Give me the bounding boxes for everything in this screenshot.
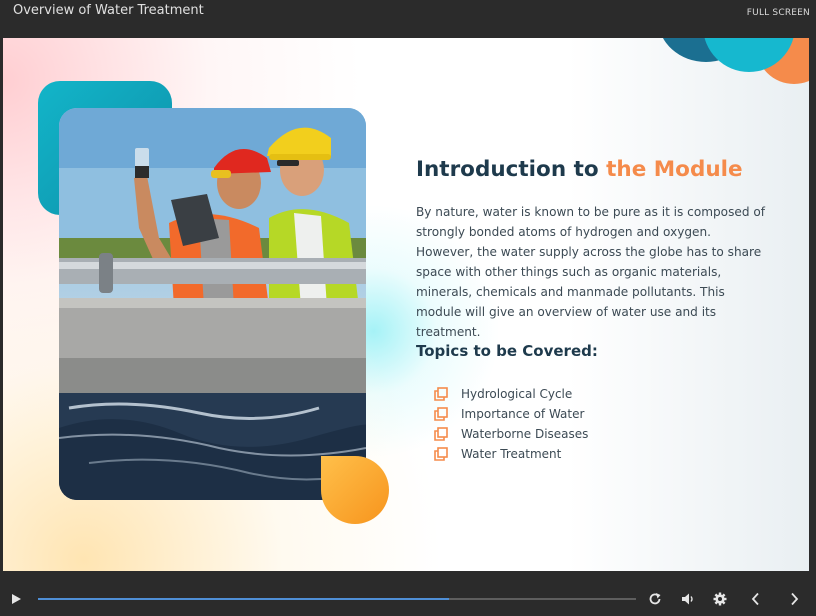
slide: Introduction to the Module By nature, wa… (3, 38, 809, 571)
top-bar: Overview of Water Treatment FULL SCREEN (0, 0, 816, 38)
volume-icon[interactable] (681, 592, 695, 606)
copy-icon (434, 407, 448, 421)
topic-label: Water Treatment (461, 447, 562, 461)
progress-bar[interactable] (38, 598, 636, 600)
window-title: Overview of Water Treatment (13, 3, 204, 18)
next-icon[interactable] (788, 592, 800, 606)
copy-icon (434, 387, 448, 401)
list-item: Hydrological Cycle (434, 384, 588, 404)
heading-accent-text: the Module (606, 157, 743, 182)
list-item: Water Treatment (434, 444, 588, 464)
progress-fill (38, 598, 449, 600)
heading-text: Introduction to (416, 157, 607, 182)
copy-icon (434, 427, 448, 441)
module-heading: Introduction to the Module (416, 157, 743, 182)
workers-photo (59, 108, 366, 500)
list-item: Waterborne Diseases (434, 424, 588, 444)
topic-list: Hydrological Cycle Importance of Water W… (434, 384, 588, 464)
topic-label: Hydrological Cycle (461, 387, 573, 401)
intro-paragraph: By nature, water is known to be pure as … (416, 205, 766, 339)
topic-label: Waterborne Diseases (461, 427, 589, 441)
replay-icon[interactable] (648, 592, 662, 606)
play-icon[interactable] (10, 593, 22, 605)
previous-icon[interactable] (750, 592, 762, 606)
player-control-bar (0, 574, 816, 616)
topic-label: Importance of Water (461, 407, 585, 421)
list-item: Importance of Water (434, 404, 588, 424)
full-screen-button[interactable]: FULL SCREEN (747, 8, 810, 18)
copy-icon (434, 447, 448, 461)
topics-title: Topics to be Covered: (416, 342, 598, 360)
settings-icon[interactable] (713, 592, 727, 606)
decorative-shape (321, 456, 389, 524)
